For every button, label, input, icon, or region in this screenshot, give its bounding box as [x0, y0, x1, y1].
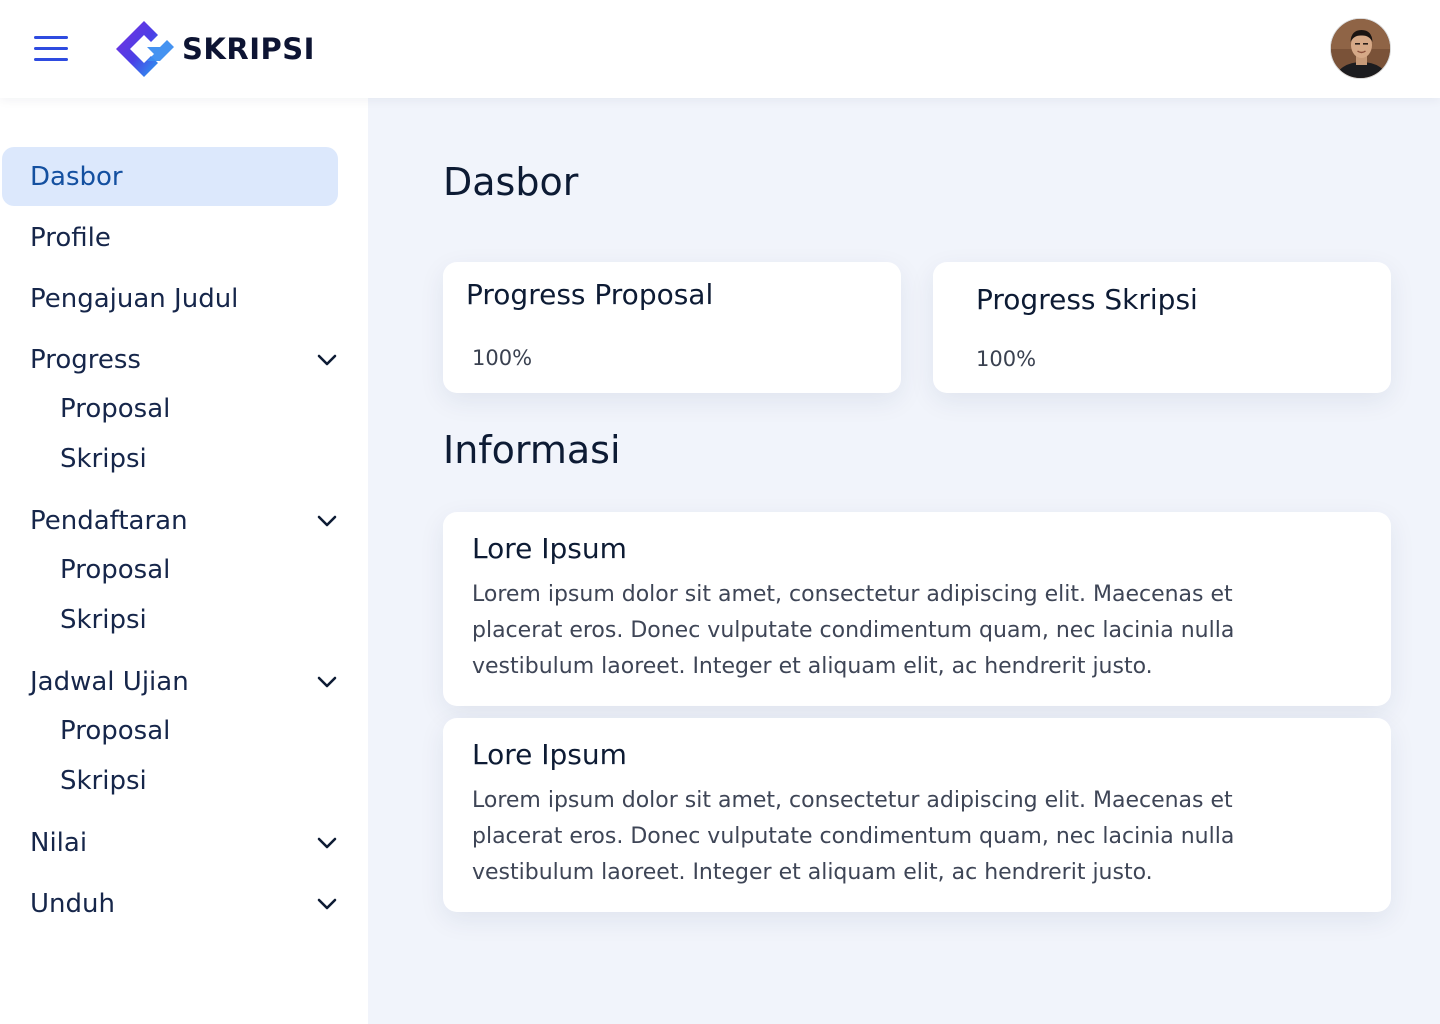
sidebar-item-nilai[interactable]: Nilai [2, 813, 338, 872]
hamburger-menu-icon[interactable] [32, 33, 70, 63]
sidebar-item-progress[interactable]: Progress [2, 330, 338, 389]
chevron-down-icon[interactable] [316, 893, 338, 915]
sidebar-subitem-jadwal-skripsi[interactable]: Skripsi [60, 761, 320, 801]
info-card[interactable]: Lore Ipsum Lorem ipsum dolor sit amet, c… [443, 512, 1391, 706]
sidebar-item-label: Progress [30, 344, 141, 375]
stat-card-progress-proposal[interactable]: Progress Proposal 100% [443, 262, 901, 393]
sidebar-item-label: Pendaftaran [30, 505, 188, 536]
info-card-line: placerat eros. Donec vulputate condiment… [472, 618, 1235, 643]
info-card[interactable]: Lore Ipsum Lorem ipsum dolor sit amet, c… [443, 718, 1391, 912]
sidebar-subitem-pendaftaran-skripsi[interactable]: Skripsi [60, 600, 320, 640]
sidebar-item-profile[interactable]: Profile [2, 208, 338, 267]
stat-card-value: 100% [976, 347, 1037, 371]
sidebar-item-jadwal-ujian[interactable]: Jadwal Ujian [2, 652, 338, 711]
sidebar-nav: Dasbor Profile Pengajuan Judul Progress … [0, 98, 368, 1024]
chevron-down-icon[interactable] [316, 510, 338, 532]
info-card-line: vestibulum laoreet. Integer et aliquam e… [472, 654, 1153, 679]
sidebar-subitem-label: Skripsi [60, 605, 147, 635]
stat-card-label: Progress Proposal [466, 278, 714, 311]
sidebar-item-label: Nilai [30, 827, 88, 858]
sidebar-subitem-progress-proposal[interactable]: Proposal [60, 389, 320, 429]
chevron-down-icon[interactable] [316, 349, 338, 371]
info-card-title: Lore Ipsum [472, 738, 627, 771]
sidebar-subitem-pendaftaran-proposal[interactable]: Proposal [60, 550, 320, 590]
logo-mark-icon [116, 21, 174, 77]
sidebar-item-pendaftaran[interactable]: Pendaftaran [2, 491, 338, 550]
sidebar-subitem-label: Proposal [60, 716, 171, 746]
sidebar-item-label: Unduh [30, 888, 115, 919]
stat-card-label: Progress Skripsi [976, 283, 1198, 316]
stat-card-value: 100% [472, 346, 533, 370]
info-card-line: Lorem ipsum dolor sit amet, consectetur … [472, 582, 1233, 607]
info-card-line: placerat eros. Donec vulputate condiment… [472, 824, 1235, 849]
sidebar-subitem-label: Proposal [60, 394, 171, 424]
info-card-line: vestibulum laoreet. Integer et aliquam e… [472, 860, 1153, 885]
stat-card-progress-skripsi[interactable]: Progress Skripsi 100% [933, 262, 1391, 393]
menu-bar-line [34, 36, 68, 39]
sidebar-item-unduh[interactable]: Unduh [2, 874, 338, 933]
sidebar-item-label: Dasbor [30, 161, 123, 192]
avatar-photo [1331, 19, 1390, 78]
sidebar-subitem-progress-skripsi[interactable]: Skripsi [60, 439, 320, 479]
app-logo[interactable]: SKRIPSI [116, 20, 315, 78]
sidebar-subitem-jadwal-proposal[interactable]: Proposal [60, 711, 320, 751]
logo-text: SKRIPSI [182, 32, 315, 66]
info-card-body: Lorem ipsum dolor sit amet, consectetur … [472, 577, 1352, 685]
chevron-down-icon[interactable] [316, 832, 338, 854]
info-card-title: Lore Ipsum [472, 532, 627, 565]
chevron-down-icon[interactable] [316, 671, 338, 693]
menu-bar-line [34, 58, 68, 61]
top-header: SKRIPSI [0, 0, 1440, 98]
sidebar-subitem-label: Proposal [60, 555, 171, 585]
sidebar-item-dasbor[interactable]: Dasbor [2, 147, 338, 206]
sidebar-item-pengajuan-judul[interactable]: Pengajuan Judul [2, 269, 338, 328]
sidebar-subitem-label: Skripsi [60, 444, 147, 474]
sidebar-subitem-label: Skripsi [60, 766, 147, 796]
sidebar-item-label: Pengajuan Judul [30, 283, 239, 314]
page-title: Dasbor [443, 160, 579, 204]
sidebar-item-label: Profile [30, 222, 111, 253]
section-title-informasi: Informasi [443, 428, 621, 472]
user-avatar[interactable] [1330, 18, 1391, 79]
info-card-line: Lorem ipsum dolor sit amet, consectetur … [472, 788, 1233, 813]
menu-bar-line [34, 47, 68, 50]
sidebar-item-label: Jadwal Ujian [30, 666, 189, 697]
info-card-body: Lorem ipsum dolor sit amet, consectetur … [472, 783, 1352, 891]
